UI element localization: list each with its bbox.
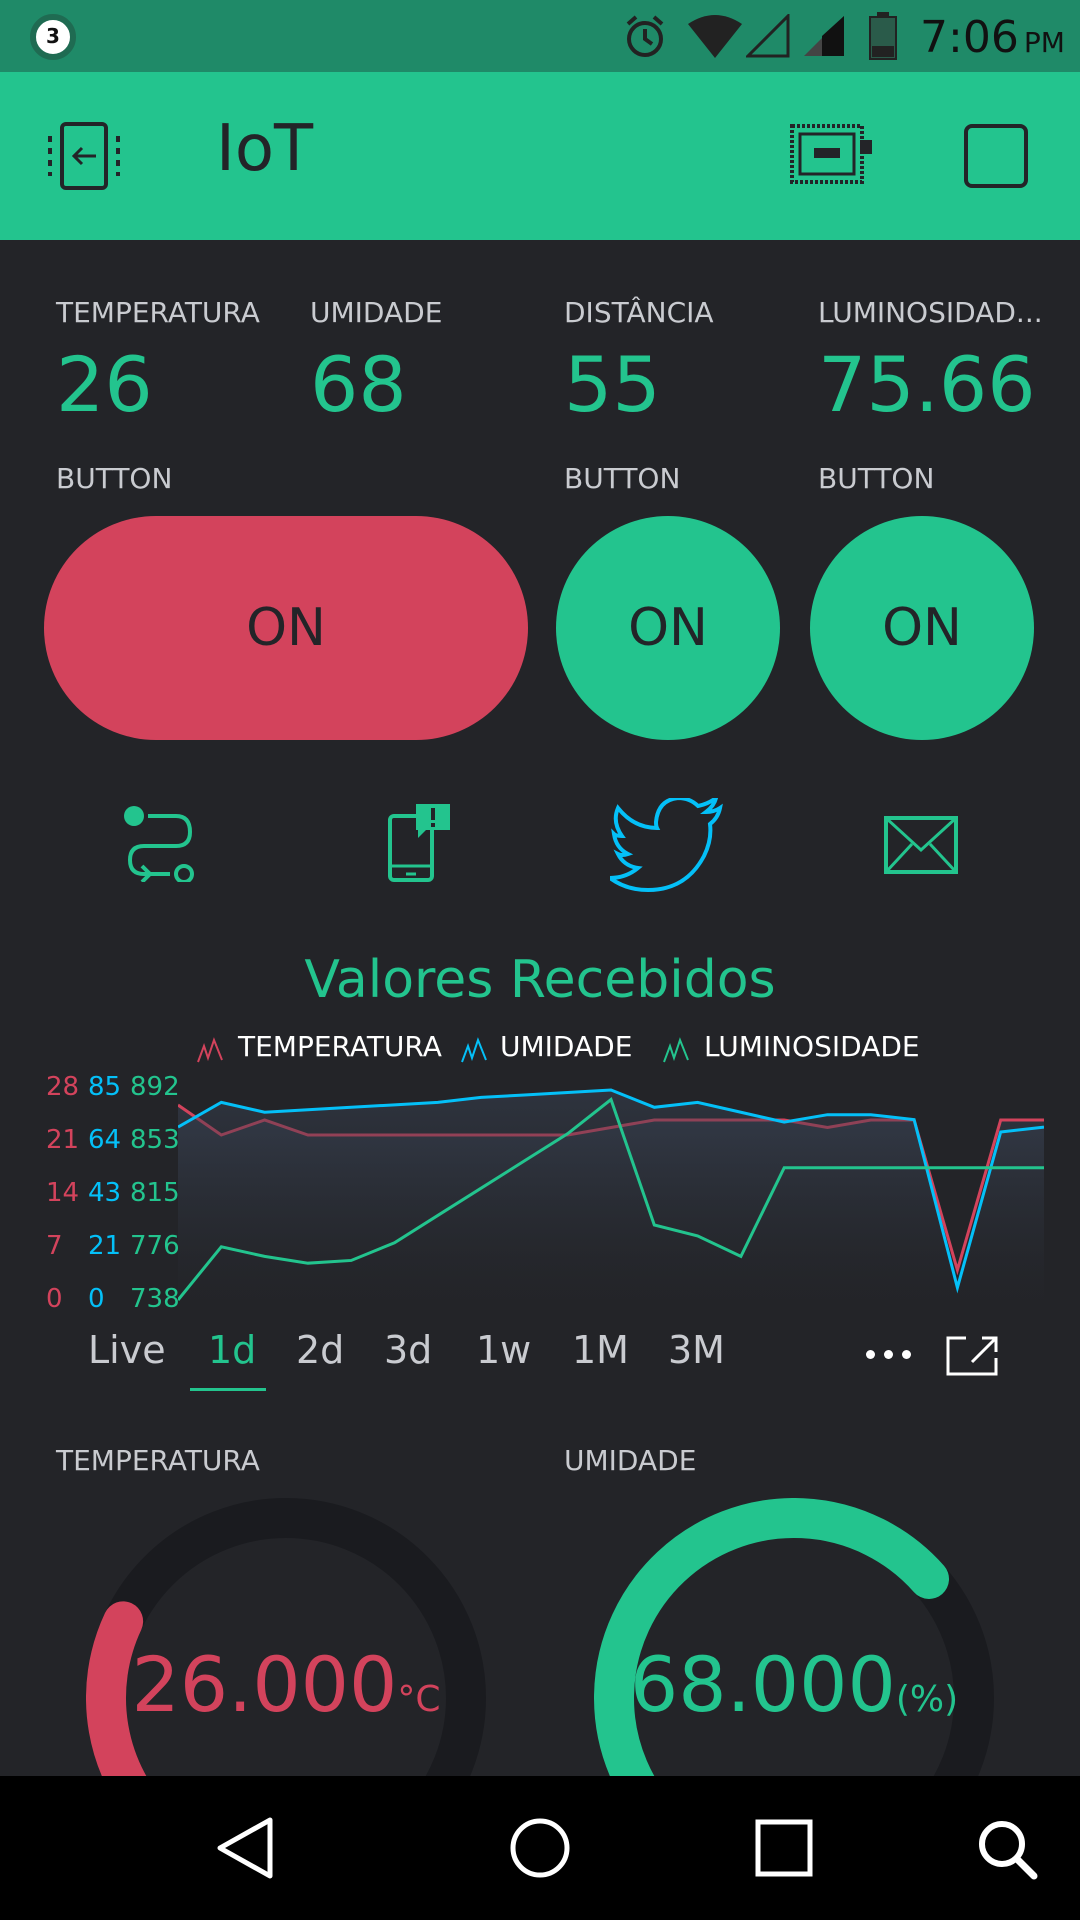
back-to-projects-icon[interactable] — [48, 122, 120, 190]
chart-title: Valores Recebidos — [304, 950, 776, 1010]
gauge-unit-temperatura: °C — [397, 1679, 441, 1720]
value-label-distancia: DISTÂNCIA — [564, 296, 714, 329]
tab-2d[interactable]: 2d — [296, 1328, 344, 1372]
app-bar: IoT — [0, 72, 1080, 240]
tab-1m[interactable]: 1M — [572, 1328, 629, 1372]
gauge-label-umidade: UMIDADE — [564, 1444, 697, 1477]
clock: 7:06 PM — [920, 12, 1065, 63]
value-label-luminosidade: LUMINOSIDAD... — [818, 296, 1043, 329]
axis-tick-temperatura: 7 — [46, 1231, 63, 1261]
axis-tick-luminosidade: 853 — [130, 1125, 180, 1155]
recents-icon[interactable] — [754, 1818, 814, 1878]
axis-tick-umidade: 85 — [88, 1072, 122, 1102]
eventor-icon[interactable] — [120, 802, 200, 882]
button-label-2: BUTTON — [564, 462, 681, 495]
axis-tick-umidade: 0 — [88, 1284, 105, 1314]
gauge-label-temperatura: TEMPERATURA — [56, 1444, 260, 1477]
value-display-luminosidade: 75.66 — [818, 340, 1036, 429]
axis-tick-temperatura: 28 — [46, 1072, 80, 1102]
clock-time: 7:06 — [920, 12, 1019, 63]
value-display-umidade: 68 — [310, 340, 407, 429]
signal-icon — [804, 16, 844, 56]
gauge-value-umidade: 68.000(%) — [594, 1640, 994, 1729]
axis-tick-luminosidade: 815 — [130, 1178, 180, 1208]
toggle-button-1[interactable]: ON — [44, 516, 528, 740]
notification-count: 3 — [46, 24, 60, 48]
button-label-3: BUTTON — [818, 462, 935, 495]
stop-button[interactable] — [964, 124, 1028, 188]
axis-tick-temperatura: 14 — [46, 1178, 80, 1208]
toggle-button-2[interactable]: ON — [556, 516, 780, 740]
legend-umidade: UMIDADE — [500, 1030, 633, 1063]
tab-live[interactable]: Live — [88, 1328, 166, 1372]
notification-badge: 3 — [30, 14, 76, 60]
battery-icon — [869, 12, 897, 60]
legend-luminosidade: LUMINOSIDADE — [704, 1030, 920, 1063]
legend-temperatura: TEMPERATURA — [238, 1030, 442, 1063]
value-display-distancia: 55 — [564, 340, 661, 429]
axis-tick-umidade: 64 — [88, 1125, 122, 1155]
mail-icon[interactable] — [884, 816, 958, 874]
gauge-umidade — [594, 1498, 994, 1776]
gauge-number-umidade: 68.000 — [629, 1640, 896, 1729]
legend-line-temperatura-icon — [197, 1037, 223, 1063]
value-display-temperatura: 26 — [56, 340, 153, 429]
axis-tick-temperatura: 21 — [46, 1125, 80, 1155]
tab-1d[interactable]: 1d — [208, 1328, 256, 1372]
device-icon[interactable] — [790, 124, 874, 186]
axis-tick-luminosidade: 738 — [130, 1284, 180, 1314]
axis-tick-luminosidade: 776 — [130, 1231, 180, 1261]
axis-tick-umidade: 43 — [88, 1178, 122, 1208]
navigation-bar — [0, 1776, 1080, 1920]
search-icon[interactable] — [976, 1818, 1040, 1882]
app-title: IoT — [216, 112, 314, 186]
clock-ampm: PM — [1023, 26, 1065, 59]
axis-tick-umidade: 21 — [88, 1231, 122, 1261]
status-bar: 3 7:06 PM — [0, 0, 1080, 72]
twitter-icon[interactable] — [610, 798, 724, 892]
notification-phone-icon[interactable] — [386, 802, 452, 882]
tab-3m[interactable]: 3M — [668, 1328, 725, 1372]
toggle-button-3[interactable]: ON — [810, 516, 1034, 740]
home-icon[interactable] — [508, 1816, 572, 1880]
gauge-number-temperatura: 26.000 — [131, 1640, 398, 1729]
gauge-value-temperatura: 26.000°C — [86, 1640, 486, 1729]
fullscreen-icon[interactable] — [946, 1334, 1000, 1376]
wifi-icon — [688, 15, 742, 58]
axis-tick-temperatura: 0 — [46, 1284, 63, 1314]
chart-plot[interactable] — [178, 1080, 1044, 1310]
legend-line-umidade-icon — [461, 1037, 487, 1063]
gauge-temperatura — [86, 1498, 486, 1776]
tab-1d-underline — [190, 1388, 266, 1391]
more-options-icon[interactable] — [866, 1350, 914, 1360]
value-label-umidade: UMIDADE — [310, 296, 443, 329]
legend-line-luminosidade-icon — [663, 1037, 689, 1063]
signal-empty-icon — [746, 14, 790, 58]
dashboard: TEMPERATURA 26 UMIDADE 68 DISTÂNCIA 55 L… — [0, 240, 1080, 1776]
tab-3d[interactable]: 3d — [384, 1328, 432, 1372]
axis-tick-luminosidade: 892 — [130, 1072, 180, 1102]
tab-1w[interactable]: 1w — [476, 1328, 531, 1372]
button-label-1: BUTTON — [56, 462, 173, 495]
alarm-icon — [626, 15, 664, 57]
value-label-temperatura: TEMPERATURA — [56, 296, 260, 329]
back-icon[interactable] — [212, 1816, 276, 1880]
gauge-unit-umidade: (%) — [895, 1679, 959, 1720]
